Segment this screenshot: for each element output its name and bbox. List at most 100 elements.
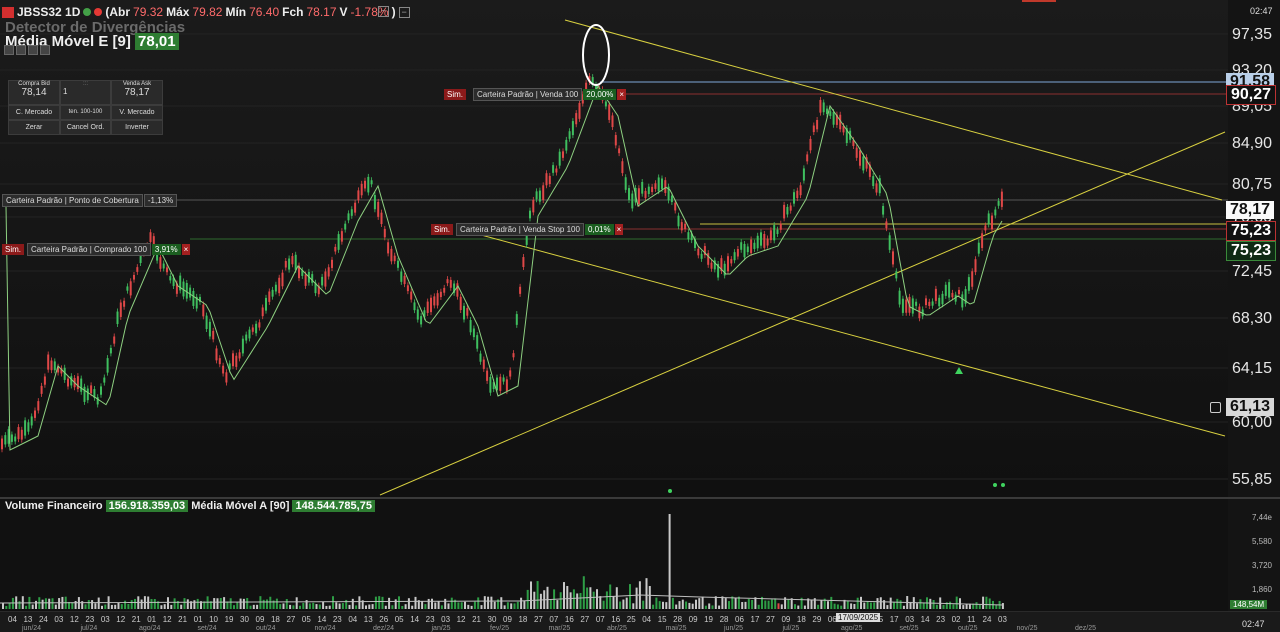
volume-bar xyxy=(982,596,985,609)
candle-body xyxy=(47,354,50,370)
time-tick: 14 xyxy=(317,615,327,624)
candle-body xyxy=(261,307,264,317)
candle-body xyxy=(512,353,515,358)
stop-order-pct: 0,01% xyxy=(584,224,614,235)
stop-order-box[interactable]: Sim. Carteira Padrão | Venda Stop 100 0,… xyxy=(431,223,624,236)
time-tick: 13 xyxy=(23,615,33,624)
time-tick: 26 xyxy=(379,615,389,624)
candle-body xyxy=(50,360,53,371)
bought-close-icon[interactable]: × xyxy=(181,244,191,255)
time-tick: 24 xyxy=(982,615,992,624)
candle-body xyxy=(608,104,611,120)
volume-bar xyxy=(269,596,272,609)
volume-bar xyxy=(2,603,4,609)
min-label: Mín xyxy=(225,5,247,19)
volume-bar xyxy=(810,599,813,609)
volume-bar xyxy=(698,598,701,609)
volume-bar xyxy=(318,604,321,609)
qty-cell[interactable]: ::: 1 xyxy=(60,80,111,105)
ema-line xyxy=(2,84,1003,451)
volume-bar xyxy=(787,599,790,609)
volume-bar xyxy=(599,596,602,609)
volume-bar xyxy=(873,602,876,609)
candle-body xyxy=(43,376,46,385)
crosshair-icon[interactable] xyxy=(1210,402,1221,413)
minimize-icon[interactable]: − xyxy=(378,6,389,17)
candle-body xyxy=(334,246,337,252)
zero-button[interactable]: Zerar xyxy=(8,120,60,135)
candle-body xyxy=(934,288,937,301)
volume-bar xyxy=(922,602,925,609)
candle-body xyxy=(377,201,380,217)
volume-bar xyxy=(685,601,688,609)
candle-body xyxy=(1,438,3,450)
cancel-orders-button[interactable]: Cancel Ord. xyxy=(60,120,111,135)
volume-bar xyxy=(315,604,318,609)
volume-bar xyxy=(803,605,806,609)
volume-bar xyxy=(704,605,707,609)
settings-icon[interactable] xyxy=(28,45,38,55)
var-close: ) xyxy=(391,5,396,19)
close-value: 78.17 xyxy=(306,5,337,19)
candle-body xyxy=(24,420,27,436)
candle-body xyxy=(657,177,660,192)
invert-button[interactable]: Inverter xyxy=(111,120,163,135)
symbol-label[interactable]: JBSS32 1D xyxy=(17,5,80,19)
candle-body xyxy=(215,348,218,361)
time-tick: 18 xyxy=(518,615,528,624)
info-icon[interactable] xyxy=(40,45,50,55)
candle-body xyxy=(1000,191,1003,207)
volume-bar xyxy=(523,600,526,609)
volume-bar xyxy=(285,599,288,609)
buy-market-button[interactable]: C. Mercado xyxy=(8,105,60,120)
candle-body xyxy=(463,305,465,320)
collapse-icon[interactable]: − xyxy=(398,6,410,18)
candle-body xyxy=(364,180,366,189)
bid-cell[interactable]: Compra Bid 78,14 xyxy=(8,80,60,105)
candle-body xyxy=(113,336,116,344)
max-value: 79.82 xyxy=(192,5,223,19)
candle-body xyxy=(406,285,409,292)
volume-bar xyxy=(833,603,836,609)
time-tick: 04 xyxy=(642,615,652,624)
volume-bar xyxy=(140,599,143,609)
cover-order-box[interactable]: Carteira Padrão | Ponto de Cobertura -1,… xyxy=(2,194,178,207)
square-icon[interactable] xyxy=(16,45,26,55)
candle-body xyxy=(680,222,683,231)
candle-body xyxy=(459,296,462,311)
stop-order-close-icon[interactable]: × xyxy=(614,224,624,235)
candle-body xyxy=(898,290,901,305)
volume-bar xyxy=(985,596,988,609)
bought-sim-tag: Sim. xyxy=(2,244,24,255)
volume-bar xyxy=(893,602,895,609)
candle-body xyxy=(974,259,977,273)
time-tick: 21 xyxy=(472,615,481,624)
trendline-lower xyxy=(469,231,1226,437)
sell-market-button[interactable]: V. Mercado xyxy=(111,105,163,120)
candle-body xyxy=(304,274,307,286)
candle-body xyxy=(938,297,941,307)
volume-bar xyxy=(777,603,780,609)
candle-body xyxy=(628,188,630,200)
volume-bar xyxy=(48,598,51,609)
candle-body xyxy=(40,385,43,394)
volume-bar xyxy=(962,605,965,609)
candle-body xyxy=(476,335,479,349)
time-tick: 03 xyxy=(100,615,110,624)
status-dot-icon xyxy=(83,8,92,16)
ask-cell[interactable]: Venda Ask 78,17 xyxy=(111,80,163,105)
candle-body xyxy=(727,256,729,272)
volume-chart-canvas[interactable] xyxy=(0,499,1228,611)
up-arrow-icon[interactable] xyxy=(4,45,14,55)
candle-body xyxy=(106,358,109,373)
candle-body xyxy=(136,267,139,272)
volume-chart[interactable] xyxy=(0,499,1228,611)
candle-body xyxy=(575,113,578,125)
volume-bar xyxy=(879,597,882,609)
alert-icon[interactable] xyxy=(94,8,103,16)
sell-order-close-icon[interactable]: × xyxy=(617,89,627,100)
candle-body xyxy=(905,299,908,313)
position-box[interactable]: Sim. Carteira Padrão | Comprado 100 3,91… xyxy=(2,243,191,256)
qty-input[interactable]: 1 xyxy=(61,87,110,96)
sell-order-box[interactable]: Sim. Carteira Padrão | Venda 100 20,00% … xyxy=(444,88,627,101)
